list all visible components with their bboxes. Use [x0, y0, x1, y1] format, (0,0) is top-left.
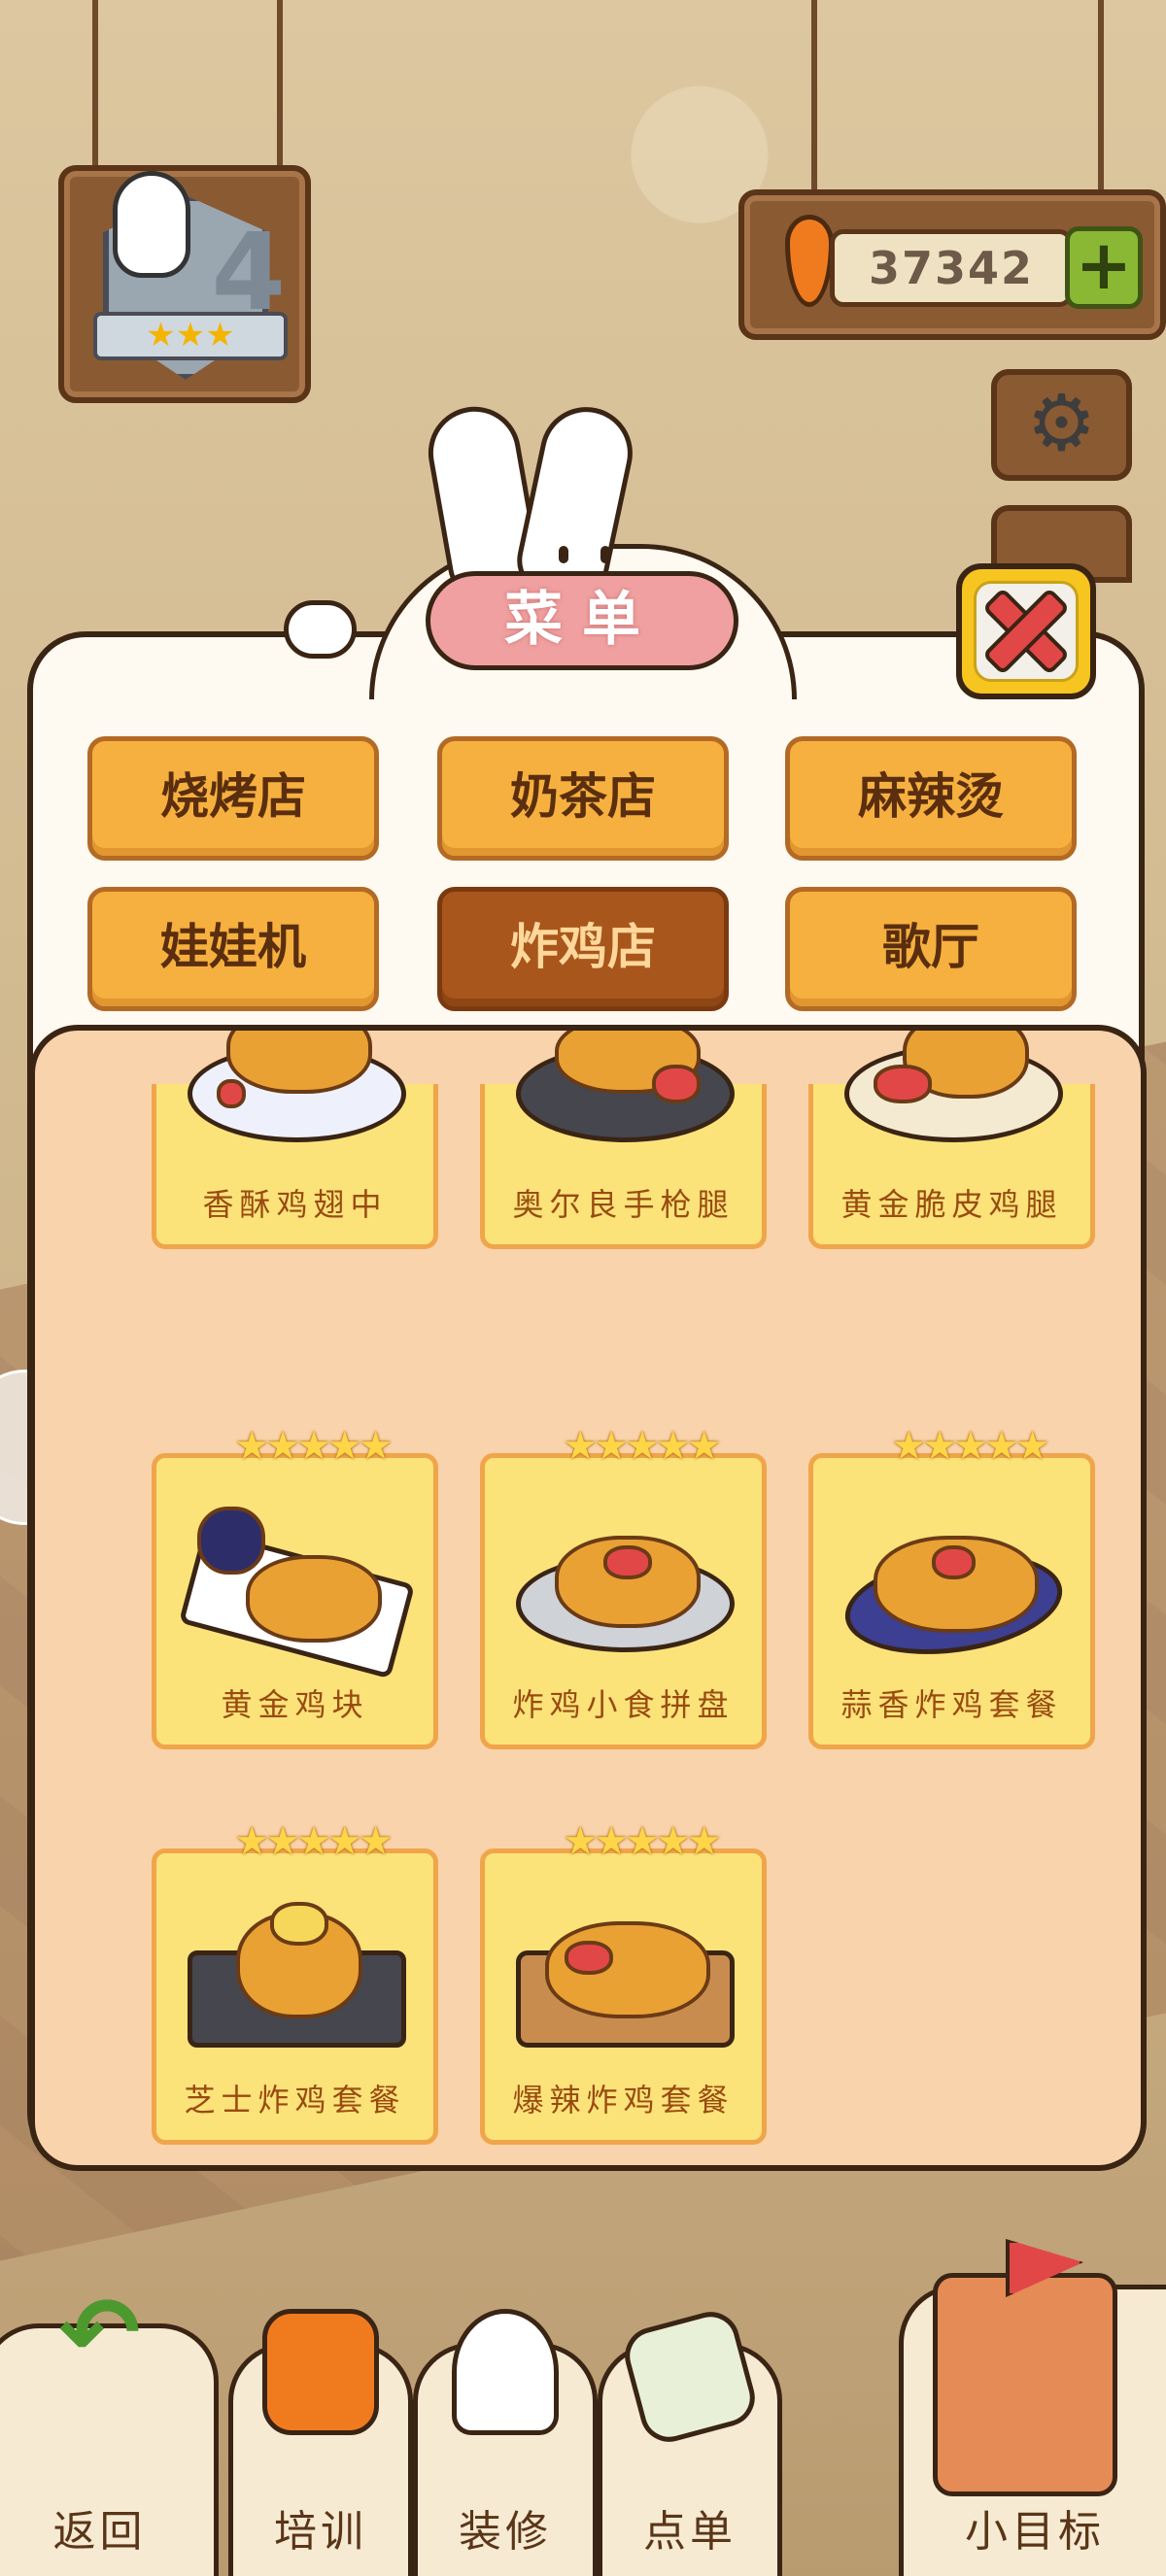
- bottom-nav: ↶ 返回 培训 装修 点单 小目标: [0, 2234, 1166, 2576]
- dish-name: 黄金鸡块: [221, 1686, 369, 1723]
- dish-name: 炸鸡小食拼盘: [512, 1686, 735, 1723]
- train-button[interactable]: 培训: [228, 2309, 413, 2576]
- back-button[interactable]: ↶ 返回: [0, 2276, 219, 2576]
- rope: [811, 0, 817, 194]
- dish-image: [178, 1892, 416, 2057]
- dish-name: 奥尔良手枪腿: [512, 1186, 735, 1223]
- dish-image: [835, 1031, 1073, 1152]
- dish-name: 蒜香炸鸡套餐: [840, 1686, 1063, 1723]
- rope: [92, 0, 98, 170]
- order-label: 点单: [643, 2507, 737, 2557]
- rabbit-icon: [113, 171, 190, 278]
- dish-stars: ★★★★★: [234, 1424, 393, 1469]
- dish-stars: ★★★★★: [563, 1424, 721, 1469]
- builder-rabbit-icon: [452, 2309, 559, 2435]
- close-icon: [974, 581, 1079, 682]
- rabbit-eye: [600, 546, 610, 563]
- level-stars: ★★★: [93, 312, 288, 360]
- menu-title: 菜单: [426, 571, 738, 670]
- dish-card[interactable]: ★★★★★ 爆辣炸鸡套餐: [480, 1822, 767, 2145]
- dish-name: 香酥鸡翅中: [202, 1186, 388, 1223]
- dish-image: [506, 1497, 744, 1662]
- dish-image: [178, 1497, 416, 1679]
- dish-card[interactable]: 奥尔良手枪腿: [480, 1031, 767, 1249]
- dish-card[interactable]: ★★★★★ 蒜香炸鸡套餐: [808, 1427, 1095, 1749]
- dish-name: 爆辣炸鸡套餐: [512, 2082, 735, 2118]
- rabbit-eye: [559, 546, 568, 563]
- dish-list[interactable]: 香酥鸡翅中 奥尔良手枪腿 黄金脆皮鸡腿 ★★★★★ 黄金鸡块 ★★★★★ 炸鸡小…: [29, 1025, 1147, 2171]
- rope: [1098, 0, 1104, 194]
- goal-label: 小目标: [965, 2507, 1105, 2557]
- tab-fried-chicken[interactable]: 炸鸡店: [437, 887, 729, 1011]
- tab-malatang[interactable]: 麻辣烫: [785, 736, 1077, 861]
- dish-card[interactable]: ★★★★★ 炸鸡小食拼盘: [480, 1427, 767, 1749]
- order-button[interactable]: 点单: [598, 2305, 782, 2576]
- dish-image: [178, 1031, 416, 1152]
- dish-image: [835, 1497, 1073, 1668]
- carrot-character-icon: [262, 2309, 379, 2435]
- dish-image: [506, 1892, 744, 2057]
- clipboard-icon: [618, 2305, 762, 2449]
- dish-name: 黄金脆皮鸡腿: [840, 1186, 1063, 1223]
- add-carrots-button[interactable]: +: [1065, 226, 1143, 309]
- dish-stars: ★★★★★: [563, 1819, 721, 1864]
- rabbit-paw: [284, 600, 357, 659]
- goal-icon: [933, 2239, 1117, 2496]
- tab-claw-machine[interactable]: 娃娃机: [87, 887, 379, 1011]
- dish-image: [506, 1031, 744, 1152]
- close-button[interactable]: [956, 563, 1096, 699]
- back-arrow-icon: ↶: [58, 2276, 141, 2390]
- train-label: 培训: [274, 2507, 367, 2557]
- rope: [277, 0, 283, 170]
- dish-card[interactable]: 香酥鸡翅中: [152, 1031, 438, 1249]
- dish-card[interactable]: ★★★★★ 黄金鸡块: [152, 1427, 438, 1749]
- dish-stars: ★★★★★: [234, 1819, 393, 1864]
- decorate-label: 装修: [459, 2507, 552, 2557]
- decorate-button[interactable]: 装修: [413, 2309, 598, 2576]
- dish-card[interactable]: ★★★★★ 芝士炸鸡套餐: [152, 1822, 438, 2145]
- flag-icon: [1006, 2239, 1083, 2297]
- carrot-count: 37342: [830, 229, 1073, 307]
- dish-stars: ★★★★★: [891, 1424, 1049, 1469]
- carrot-currency-panel: 37342 +: [738, 189, 1166, 340]
- tab-milk-tea[interactable]: 奶茶店: [437, 736, 729, 861]
- back-label: 返回: [52, 2507, 147, 2557]
- dish-name: 芝士炸鸡套餐: [184, 2082, 406, 2118]
- tab-bbq[interactable]: 烧烤店: [87, 736, 379, 861]
- gear-icon[interactable]: ⚙: [991, 369, 1132, 481]
- carrot-icon: [785, 215, 834, 307]
- tab-ktv[interactable]: 歌厅: [785, 887, 1077, 1011]
- level-sign[interactable]: 4 ★★★: [58, 165, 311, 403]
- dish-card[interactable]: 黄金脆皮鸡腿: [808, 1031, 1095, 1249]
